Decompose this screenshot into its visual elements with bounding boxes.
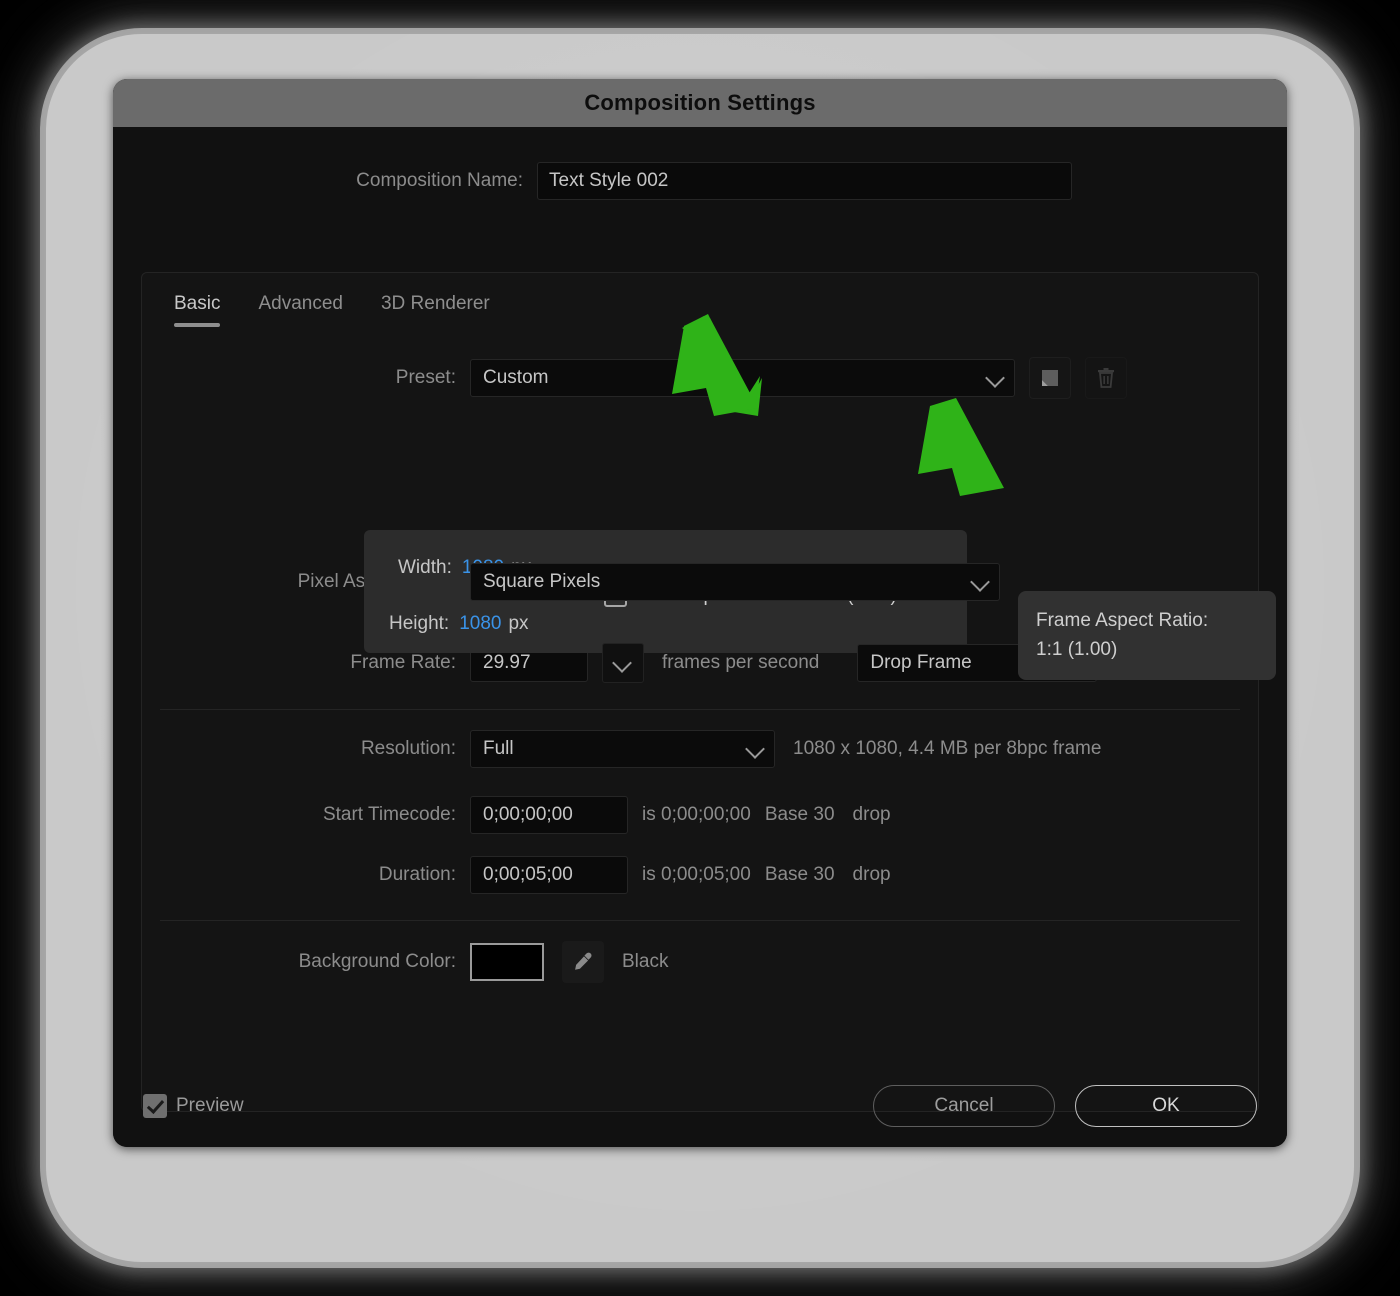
- start-timecode-label: Start Timecode:: [322, 804, 456, 825]
- resolution-row: Resolution: Full 1080 x 1080, 4.4 MB per…: [142, 730, 1258, 768]
- height-label: Height:: [389, 613, 450, 634]
- cancel-button[interactable]: Cancel: [873, 1085, 1055, 1127]
- height-row: Height: 1080 px: [389, 613, 529, 635]
- annotation-arrow-frame-aspect-ratio: [900, 388, 1012, 505]
- background-color-row: Background Color: Black: [142, 941, 1258, 983]
- resolution-value: Full: [483, 738, 514, 759]
- preset-value: Custom: [483, 367, 549, 388]
- height-value[interactable]: 1080: [459, 613, 501, 635]
- annotation-arrow-lock-aspect-ratio: [654, 308, 766, 425]
- save-preset-icon: [1042, 370, 1058, 386]
- tab-advanced-label: Advanced: [258, 293, 343, 314]
- chevron-down-icon: [745, 739, 765, 759]
- duration-base: Base 30: [764, 864, 835, 885]
- dialog-title: Composition Settings: [584, 90, 816, 115]
- start-timecode-base: Base 30: [764, 804, 835, 825]
- ok-button[interactable]: OK: [1075, 1085, 1257, 1127]
- composition-settings-dialog: Composition Settings Composition Name: B…: [113, 79, 1287, 1147]
- frame-aspect-ratio-tooltip: Frame Aspect Ratio: 1:1 (1.00): [1018, 591, 1276, 680]
- background-color-label: Background Color:: [298, 951, 456, 972]
- tab-3d-renderer[interactable]: 3D Renderer: [381, 293, 490, 325]
- chevron-down-icon: [970, 572, 990, 592]
- start-timecode-input[interactable]: [470, 796, 628, 834]
- height-unit: px: [508, 613, 529, 634]
- frame-aspect-ratio-tooltip-line2: 1:1 (1.00): [1036, 638, 1118, 660]
- dialog-titlebar: Composition Settings: [113, 79, 1287, 127]
- start-timecode-is-text: is 0;00;00;00: [642, 804, 751, 825]
- frame-rate-dropdown-button[interactable]: [602, 643, 644, 683]
- pixel-aspect-ratio-select[interactable]: Square Pixels: [470, 563, 1000, 601]
- composition-name-row: Composition Name:: [113, 127, 1287, 200]
- frame-rate-label: Frame Rate:: [350, 652, 456, 673]
- start-timecode-drop: drop: [852, 804, 891, 825]
- trash-icon: [1098, 368, 1114, 388]
- preview-row: Preview: [143, 1094, 244, 1118]
- tab-3d-renderer-label: 3D Renderer: [380, 293, 490, 314]
- background-color-swatch[interactable]: [470, 943, 544, 981]
- chevron-down-icon: [985, 368, 1005, 388]
- preset-label: Preset:: [395, 367, 456, 388]
- divider-upper: [160, 709, 1240, 710]
- eyedropper-icon: [575, 952, 592, 970]
- preview-checkbox[interactable]: [143, 1094, 167, 1118]
- resolution-select[interactable]: Full: [470, 730, 775, 768]
- delete-preset-button[interactable]: [1085, 357, 1127, 399]
- duration-row: Duration: is 0;00;05;00 Base 30 drop: [142, 856, 1258, 894]
- save-preset-button[interactable]: [1029, 357, 1071, 399]
- composition-name-label: Composition Name:: [356, 170, 523, 191]
- frames-per-second-label: frames per second: [662, 652, 820, 673]
- drop-frame-value: Drop Frame: [870, 652, 972, 673]
- dialog-footer: Preview Cancel OK: [113, 1065, 1287, 1147]
- width-label: Width:: [398, 557, 452, 578]
- tab-basic-label: Basic: [174, 293, 221, 314]
- tab-advanced[interactable]: Advanced: [258, 293, 343, 325]
- duration-label: Duration:: [378, 864, 456, 885]
- divider-lower: [160, 920, 1240, 921]
- resolution-label: Resolution:: [360, 738, 456, 759]
- duration-input[interactable]: [470, 856, 628, 894]
- background-color-name: Black: [622, 951, 669, 972]
- eyedropper-button[interactable]: [562, 941, 604, 983]
- duration-is-text: is 0;00;05;00: [642, 864, 751, 885]
- resolution-info: 1080 x 1080, 4.4 MB per 8bpc frame: [793, 738, 1102, 759]
- dialog-body: Composition Name: Basic Advanced 3D Rend…: [113, 127, 1287, 1147]
- pixel-aspect-ratio-value: Square Pixels: [483, 571, 601, 592]
- composition-name-input[interactable]: [537, 162, 1072, 200]
- chevron-down-icon: [612, 653, 632, 673]
- preview-label: Preview: [176, 1095, 244, 1116]
- start-timecode-row: Start Timecode: is 0;00;00;00 Base 30 dr…: [142, 796, 1258, 834]
- duration-drop: drop: [852, 864, 891, 885]
- tab-basic[interactable]: Basic: [174, 293, 221, 327]
- frame-aspect-ratio-tooltip-line1: Frame Aspect Ratio:: [1036, 610, 1209, 631]
